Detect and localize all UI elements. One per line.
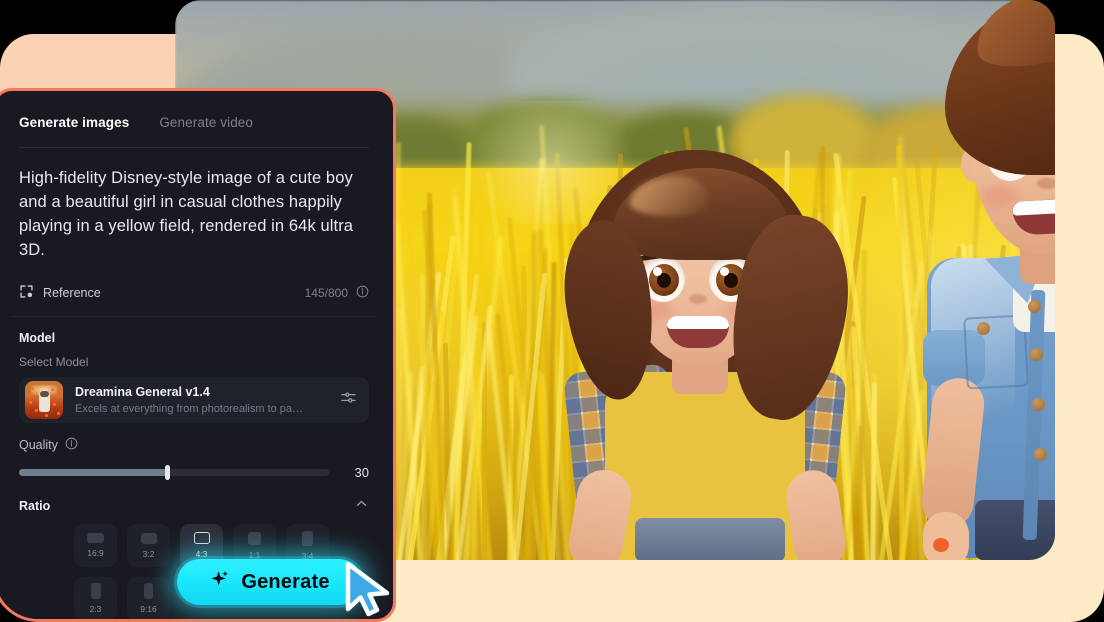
ratio-shape-icon — [248, 532, 261, 545]
thumbnail-flower — [31, 387, 34, 390]
boy-teeth — [1012, 198, 1055, 216]
tab-generate-images[interactable]: Generate images — [19, 115, 129, 130]
prompt-input[interactable]: High-fidelity Disney-style image of a cu… — [11, 148, 377, 262]
prompt-footer: Reference 145/800 — [11, 262, 377, 302]
ratio-option-2-3[interactable]: 2:3 — [74, 577, 117, 620]
thumbnail-flower — [57, 412, 60, 415]
ratio-option-label: 3:2 — [143, 549, 155, 559]
ratio-option-3-2[interactable]: 3:2 — [127, 524, 170, 567]
quality-label: Quality — [19, 438, 58, 452]
ratio-shape-icon — [87, 533, 104, 543]
model-description: Excels at everything from photorealism t… — [75, 402, 305, 417]
app-stage: Generate images Generate video High-fide… — [0, 0, 1104, 622]
thumbnail-flower — [45, 414, 48, 417]
image-reference-icon — [19, 284, 34, 302]
thumbnail-flower — [29, 401, 32, 404]
model-section-title: Model — [11, 317, 377, 345]
generation-settings-panel: Generate images Generate video High-fide… — [0, 88, 396, 622]
ratio-option-9-16[interactable]: 9:16 — [127, 577, 170, 620]
ratio-option-16-9[interactable]: 16:9 — [74, 524, 117, 567]
boy-pocket-button-left — [977, 322, 990, 335]
ratio-header: Ratio — [11, 480, 377, 516]
model-name: Dreamina General v1.4 — [75, 384, 305, 400]
mode-tabs: Generate images Generate video — [11, 91, 377, 137]
boy-petal-left — [933, 538, 949, 552]
info-icon[interactable] — [356, 285, 369, 301]
generate-button-wrap: Generate — [177, 559, 362, 605]
quality-slider-fill — [19, 469, 168, 476]
boy-hand-left — [923, 512, 969, 560]
ratio-shape-icon — [302, 531, 313, 546]
ratio-shape-icon — [141, 533, 157, 544]
boy-shirt-button — [1030, 348, 1043, 361]
ratio-shape-icon — [194, 532, 210, 544]
counter-value: 145/800 — [305, 286, 348, 300]
boy-cheek-left — [981, 186, 1017, 206]
model-selector[interactable]: Dreamina General v1.4 Excels at everythi… — [19, 377, 369, 423]
sparkle-star-icon — [209, 569, 231, 596]
tab-generate-video[interactable]: Generate video — [159, 115, 253, 130]
model-thumbnail — [25, 381, 63, 419]
ratio-option-label: 2:3 — [90, 604, 102, 614]
ratio-shape-icon — [91, 583, 101, 599]
boy-nose — [1037, 178, 1055, 189]
ratio-option-label: 9:16 — [140, 604, 157, 614]
sliders-icon[interactable] — [340, 389, 357, 411]
select-model-label: Select Model — [11, 345, 377, 369]
boy-shirt-button — [1028, 300, 1041, 313]
thumbnail-flower — [35, 409, 38, 412]
ratio-option-label: 16:9 — [87, 548, 104, 558]
character-counter: 145/800 — [305, 285, 369, 301]
boy-shirt-button — [1034, 448, 1047, 461]
girl-eye-highlight — [653, 267, 662, 276]
ratio-shape-icon — [144, 583, 153, 599]
generate-button[interactable]: Generate — [177, 559, 362, 605]
quality-slider[interactable] — [19, 469, 329, 476]
reference-label: Reference — [43, 286, 101, 300]
girl-denim-shorts — [635, 518, 785, 560]
thumbnail-flower — [51, 388, 54, 391]
model-text: Dreamina General v1.4 Excels at everythi… — [75, 384, 305, 417]
thumbnail-flower — [53, 403, 56, 406]
reference-button[interactable]: Reference — [19, 284, 101, 302]
boy-shirt-button — [1032, 398, 1045, 411]
generate-button-label: Generate — [241, 571, 329, 594]
thumbnail-visor — [40, 391, 49, 397]
quality-slider-handle[interactable] — [165, 465, 170, 480]
girl-mouth — [667, 316, 729, 348]
quality-slider-row: 30 — [11, 453, 377, 480]
girl-teeth — [667, 316, 729, 329]
quality-value: 30 — [343, 465, 369, 480]
boy-jeans — [975, 500, 1055, 560]
quality-header: Quality — [11, 423, 377, 453]
girl-eye-highlight — [720, 267, 729, 276]
chevron-up-icon[interactable] — [354, 496, 369, 516]
info-icon[interactable] — [65, 437, 78, 453]
ratio-title: Ratio — [19, 499, 50, 513]
girl-nose — [689, 294, 707, 304]
